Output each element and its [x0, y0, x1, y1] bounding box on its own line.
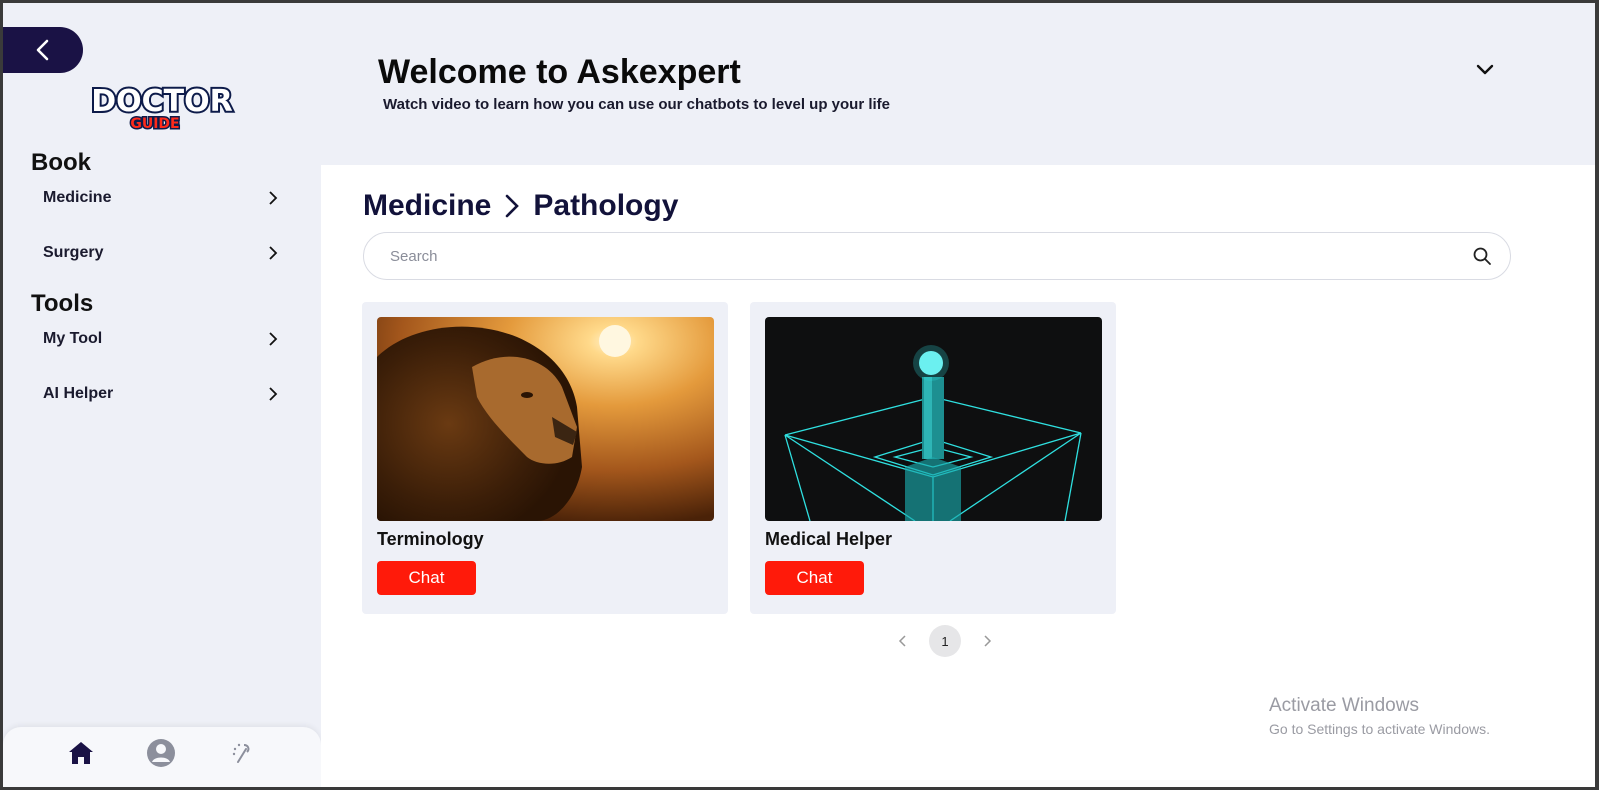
home-button[interactable]	[65, 737, 97, 769]
section-title-book: Book	[31, 149, 91, 176]
breadcrumb-parent[interactable]: Medicine	[363, 189, 491, 223]
sidebar: DOCTOR GUIDE Book Medicine Surgery Tools…	[3, 3, 321, 787]
prev-page-button[interactable]	[891, 629, 915, 653]
magic-icon	[232, 743, 250, 763]
card-title: Medical Helper	[765, 529, 893, 549]
chevron-left-icon	[36, 39, 49, 61]
bottom-nav	[3, 727, 321, 787]
search-icon[interactable]	[1472, 246, 1492, 266]
chat-button[interactable]: Chat	[765, 561, 864, 595]
logo: DOCTOR GUIDE	[89, 82, 235, 133]
sidebar-item-medicine[interactable]: Medicine	[43, 183, 283, 213]
bot-card-medical-helper: Medical Helper Chat	[750, 302, 1116, 614]
sidebar-item-label: Surgery	[43, 244, 104, 261]
windows-activation-watermark: Activate Windows Go to Settings to activ…	[1269, 695, 1490, 737]
svg-text:GUIDE: GUIDE	[130, 116, 179, 132]
card-image-neon-pillar	[765, 317, 1102, 521]
section-title-tools: Tools	[31, 290, 94, 317]
breadcrumb-separator-icon	[503, 193, 521, 219]
search-bar	[363, 232, 1511, 280]
chevron-right-icon	[269, 332, 278, 346]
profile-button[interactable]	[145, 737, 177, 769]
svg-text:DOCTOR: DOCTOR	[91, 84, 233, 119]
sidebar-item-ai-helper[interactable]: AI Helper	[43, 379, 283, 409]
page-title: Welcome to Askexpert	[378, 53, 741, 91]
card-title: Terminology	[377, 529, 484, 549]
page-number-button[interactable]: 1	[929, 625, 961, 657]
breadcrumb: Medicine Pathology	[363, 189, 678, 223]
chevron-right-icon	[269, 387, 278, 401]
watermark-title: Activate Windows	[1269, 695, 1419, 716]
magic-button[interactable]	[225, 737, 257, 769]
card-image-lion	[377, 317, 714, 521]
chevron-left-icon	[898, 635, 906, 647]
chevron-right-icon	[984, 635, 992, 647]
breadcrumb-current: Pathology	[533, 189, 679, 222]
back-button[interactable]	[3, 27, 83, 73]
sidebar-item-my-tool[interactable]: My Tool	[43, 324, 283, 354]
search-input[interactable]	[388, 246, 1472, 266]
home-icon	[69, 742, 93, 764]
pagination: 1	[891, 625, 999, 657]
profile-icon	[147, 739, 175, 767]
next-page-button[interactable]	[975, 629, 999, 653]
main-content: Medicine Pathology Search Terminology Ch…	[321, 165, 1595, 787]
sidebar-item-label: My Tool	[43, 330, 103, 347]
chat-button[interactable]: Chat	[377, 561, 476, 595]
sidebar-item-label: AI Helper	[43, 385, 114, 402]
sidebar-item-surgery[interactable]: Surgery	[43, 238, 283, 268]
page-subtitle: Watch video to learn how you can use our…	[383, 96, 891, 113]
chevron-right-icon	[269, 246, 278, 260]
sidebar-item-label: Medicine	[43, 189, 112, 206]
app-window: DOCTOR GUIDE Book Medicine Surgery Tools…	[3, 3, 1595, 787]
watermark-subtitle: Go to Settings to activate Windows.	[1269, 721, 1490, 737]
chevron-right-icon	[269, 191, 278, 205]
bot-card-terminology: Terminology Chat	[362, 302, 728, 614]
chevron-down-icon[interactable]	[1473, 57, 1497, 81]
